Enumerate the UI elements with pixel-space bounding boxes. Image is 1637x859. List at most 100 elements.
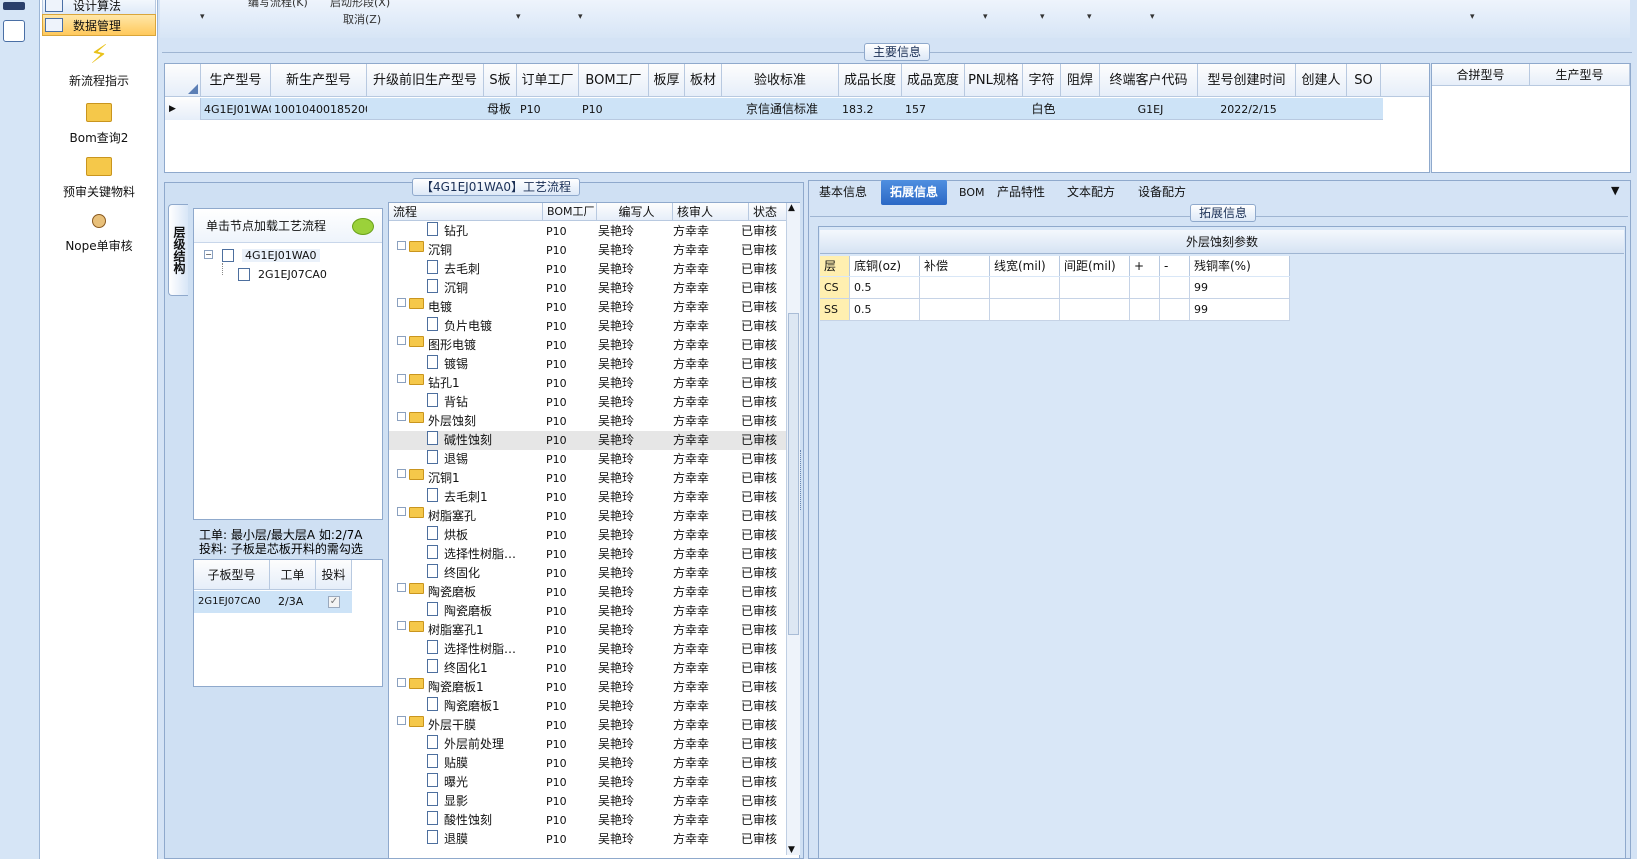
cell-name[interactable]: 退膜 [444, 830, 543, 849]
cell-reviewer[interactable]: 方幸幸 [673, 792, 745, 811]
cell[interactable]: P10 [579, 99, 649, 120]
tab-product-features[interactable]: 产品特性 [988, 180, 1054, 205]
process-row[interactable]: 终固化 P10 吴艳玲 方幸幸 已审核 [389, 564, 787, 583]
cell-status[interactable]: 已审核 [741, 526, 789, 545]
process-row[interactable]: 退锡 P10 吴艳玲 方幸幸 已审核 [389, 450, 787, 469]
process-row[interactable]: − 树脂塞孔1P10吴艳玲方幸幸已审核 [389, 621, 787, 640]
cell[interactable] [965, 99, 1023, 120]
cell-status[interactable]: 已审核 [741, 830, 789, 849]
cell-writer[interactable]: 吴艳玲 [598, 754, 668, 773]
column-header[interactable]: 升级前旧生产型号 [367, 64, 484, 97]
cell-reviewer[interactable]: 方幸幸 [673, 412, 745, 431]
cell-factory[interactable]: P10 [546, 355, 596, 374]
cell-status[interactable]: 已审核 [741, 469, 789, 488]
cell-reviewer[interactable]: 方幸幸 [673, 469, 745, 488]
process-row[interactable]: − 树脂塞孔P10吴艳玲方幸幸已审核 [389, 507, 787, 526]
column-header[interactable]: 工单 [270, 560, 316, 590]
param-cell[interactable] [920, 277, 990, 299]
cell-reviewer[interactable]: 方幸幸 [673, 317, 745, 336]
param-cell[interactable] [1160, 277, 1190, 299]
process-row[interactable]: − 外层干膜P10吴艳玲方幸幸已审核 [389, 716, 787, 735]
column-header[interactable]: 成品宽度 [902, 64, 965, 97]
cell-reviewer[interactable]: 方幸幸 [673, 811, 745, 830]
row-pointer-icon[interactable]: ▶ [165, 98, 201, 120]
cell-reviewer[interactable]: 方幸幸 [673, 488, 745, 507]
cell[interactable]: 母板 [484, 99, 517, 120]
cell-factory[interactable]: P10 [546, 469, 596, 488]
cell-factory[interactable]: P10 [546, 602, 596, 621]
collapse-icon[interactable]: − [397, 412, 406, 421]
process-row[interactable]: 钻孔 P10 吴艳玲 方幸幸 已审核 [389, 222, 787, 241]
param-cell[interactable]: 0.5 [850, 299, 920, 321]
menu-item-2[interactable]: 取消(Z) [343, 11, 381, 27]
cell-reviewer[interactable]: 方幸幸 [673, 602, 745, 621]
cell-name[interactable]: 钻孔1 [428, 374, 543, 393]
cell-reviewer[interactable]: 方幸幸 [673, 241, 745, 260]
feed-checkbox[interactable]: ✓ [328, 596, 340, 608]
cell-name[interactable]: 沉铜1 [428, 469, 543, 488]
cell-name[interactable]: 沉铜 [444, 279, 543, 298]
cell-factory[interactable]: P10 [546, 260, 596, 279]
cell-status[interactable]: 已审核 [741, 773, 789, 792]
chevron-down-icon[interactable]: ▾ [1040, 12, 1045, 22]
cell[interactable] [1061, 99, 1100, 120]
collapse-icon[interactable]: − [397, 469, 406, 478]
column-header[interactable]: 型号创建时间 [1198, 64, 1296, 97]
cell-writer[interactable]: 吴艳玲 [598, 317, 668, 336]
cell-factory[interactable]: P10 [546, 507, 596, 526]
tree-node[interactable]: 2G1EJ07CA0 [258, 268, 327, 281]
tab-text-recipe[interactable]: 文本配方 [1058, 180, 1124, 205]
process-row[interactable]: − 陶瓷磨板P10吴艳玲方幸幸已审核 [389, 583, 787, 602]
cell-name[interactable]: 电镀 [428, 298, 543, 317]
cell-name[interactable]: 陶瓷磨板 [444, 602, 543, 621]
cell-reviewer[interactable]: 方幸幸 [673, 298, 745, 317]
cell-writer[interactable]: 吴艳玲 [598, 697, 668, 716]
cell-name[interactable]: 碱性蚀刻 [444, 431, 543, 450]
cell-status[interactable]: 已审核 [741, 735, 789, 754]
cell-reviewer[interactable]: 方幸幸 [673, 336, 745, 355]
collapse-icon[interactable]: − [397, 716, 406, 725]
cell-factory[interactable]: P10 [546, 583, 596, 602]
cell-factory[interactable]: P10 [546, 374, 596, 393]
cell-status[interactable]: 已审核 [741, 355, 789, 374]
cell-writer[interactable]: 吴艳玲 [598, 393, 668, 412]
chevron-down-icon[interactable]: ▾ [1150, 12, 1155, 22]
cell-reviewer[interactable]: 方幸幸 [673, 393, 745, 412]
cell-writer[interactable]: 吴艳玲 [598, 621, 668, 640]
collapse-icon[interactable]: − [397, 336, 406, 345]
process-row[interactable]: 显影 P10 吴艳玲 方幸幸 已审核 [389, 792, 787, 811]
process-row[interactable]: 碱性蚀刻 P10 吴艳玲 方幸幸 已审核 [389, 431, 787, 450]
process-row[interactable]: − 电镀P10吴艳玲方幸幸已审核 [389, 298, 787, 317]
cell-reviewer[interactable]: 方幸幸 [673, 279, 745, 298]
tab-device-recipe[interactable]: 设备配方 [1129, 180, 1195, 205]
cell[interactable]: 10010400185200 [271, 99, 367, 120]
process-row[interactable]: 烘板 P10 吴艳玲 方幸幸 已审核 [389, 526, 787, 545]
cell[interactable]: 2/3A [278, 591, 303, 613]
column-header[interactable]: S板 [484, 64, 517, 97]
process-row[interactable]: 退膜 P10 吴艳玲 方幸幸 已审核 [389, 830, 787, 849]
cell-factory[interactable]: P10 [546, 298, 596, 317]
cell-writer[interactable]: 吴艳玲 [598, 260, 668, 279]
nav-item-2[interactable]: 预审关键物料 [40, 151, 158, 200]
cell-factory[interactable]: P10 [546, 545, 596, 564]
cell-reviewer[interactable]: 方幸幸 [673, 507, 745, 526]
column-header[interactable]: 阻焊 [1061, 64, 1100, 97]
cell-factory[interactable]: P10 [546, 830, 596, 849]
cell-status[interactable]: 已审核 [741, 697, 789, 716]
process-row[interactable]: 镀锡 P10 吴艳玲 方幸幸 已审核 [389, 355, 787, 374]
cell-writer[interactable]: 吴艳玲 [598, 659, 668, 678]
process-row[interactable]: 终固化1 P10 吴艳玲 方幸幸 已审核 [389, 659, 787, 678]
process-row[interactable]: 酸性蚀刻 P10 吴艳玲 方幸幸 已审核 [389, 811, 787, 830]
cell-writer[interactable]: 吴艳玲 [598, 336, 668, 355]
param-cell[interactable] [1060, 277, 1130, 299]
cell-name[interactable]: 钻孔 [444, 222, 543, 241]
process-row[interactable]: 去毛刺 P10 吴艳玲 方幸幸 已审核 [389, 260, 787, 279]
scroll-down-icon[interactable]: ▼ [788, 845, 795, 855]
cell-writer[interactable]: 吴艳玲 [598, 450, 668, 469]
cell-writer[interactable]: 吴艳玲 [598, 602, 668, 621]
cell-status[interactable]: 已审核 [741, 317, 789, 336]
column-header[interactable]: 核审人 [673, 203, 749, 221]
cell[interactable] [1347, 99, 1381, 120]
tab-basic-info[interactable]: 基本信息 [810, 180, 876, 205]
column-header[interactable]: 残铜率(%) [1190, 256, 1290, 276]
